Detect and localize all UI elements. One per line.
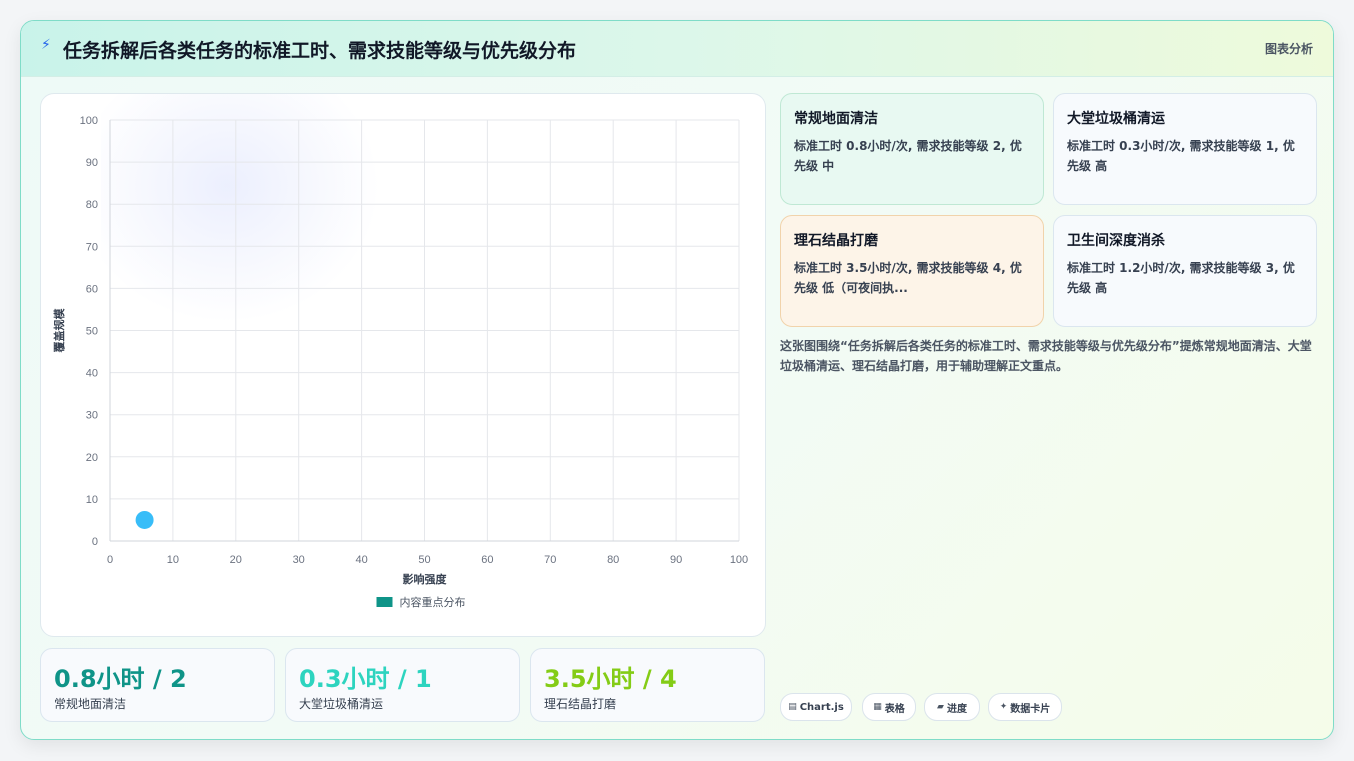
- progress-icon: ▰: [937, 702, 944, 712]
- info-card-floor-cleaning: 常规地面清洁 标准工时 0.8小时/次, 需求技能等级 2, 优先级 中: [780, 93, 1044, 205]
- page-title: 任务拆解后各类任务的标准工时、需求技能等级与优先级分布: [63, 40, 577, 62]
- stat-value: 0.8小时 / 2: [54, 665, 187, 693]
- info-card-restroom-disinfection: 卫生间深度消杀 标准工时 1.2小时/次, 需求技能等级 3, 优先级 高: [1053, 215, 1317, 327]
- chip-progress[interactable]: ▰ 进度: [924, 693, 980, 721]
- x-axis-label: 影响强度: [403, 572, 448, 586]
- y-tick-label: 100: [80, 115, 98, 127]
- x-tick-label: 30: [293, 554, 305, 566]
- legend-swatch: [376, 597, 393, 607]
- y-tick-label: 20: [86, 452, 98, 464]
- chip-label: 进度: [946, 703, 967, 715]
- x-tick-label: 100: [730, 554, 748, 566]
- y-tick-label: 0: [92, 536, 98, 548]
- main-card: ⚡ 任务拆解后各类任务的标准工时、需求技能等级与优先级分布 图表分析 0 10 20…: [20, 20, 1334, 740]
- stat-label: 理石结晶打磨: [544, 697, 617, 711]
- stat-card-marble-polishing: 3.5小时 / 4 理石结晶打磨: [530, 648, 765, 722]
- info-card-marble-polishing: 理石结晶打磨 标准工时 3.5小时/次, 需求技能等级 4, 优先级 低（可夜间…: [780, 215, 1044, 327]
- info-card-title: 卫生间深度消杀: [1067, 233, 1165, 249]
- x-tick-label: 20: [230, 554, 242, 566]
- y-tick-label: 50: [86, 326, 98, 338]
- info-card-description: 标准工时 1.2小时/次, 需求技能等级 3, 优先级 高: [1067, 261, 1295, 295]
- scatter-point: [135, 510, 154, 529]
- stat-card-trash-removal: 0.3小时 / 1 大堂垃圾桶清运: [285, 648, 520, 722]
- x-tick-label: 60: [481, 554, 493, 566]
- card-header: ⚡ 任务拆解后各类任务的标准工时、需求技能等级与优先级分布 图表分析: [21, 21, 1333, 77]
- stat-card-floor-cleaning: 0.8小时 / 2 常规地面清洁: [40, 648, 275, 722]
- chip-chartjs[interactable]: ▤ Chart.js: [780, 693, 852, 721]
- x-tick-label: 90: [670, 554, 682, 566]
- x-tick-label: 80: [607, 554, 619, 566]
- y-tick-label: 40: [86, 368, 98, 380]
- legend-label: 内容重点分布: [400, 595, 466, 609]
- info-card-trash-removal: 大堂垃圾桶清运 标准工时 0.3小时/次, 需求技能等级 1, 优先级 高: [1053, 93, 1317, 205]
- y-tick-label: 10: [86, 494, 98, 506]
- chip-table[interactable]: ▦ 表格: [862, 693, 916, 721]
- info-card-title: 大堂垃圾桶清运: [1067, 111, 1165, 127]
- stat-label: 大堂垃圾桶清运: [299, 697, 384, 711]
- chart-analysis-tag: 图表分析: [1264, 42, 1313, 56]
- x-tick-label: 0: [107, 554, 113, 566]
- lightning-icon: ⚡: [41, 37, 51, 53]
- y-axis-label: 覆盖规模: [52, 308, 66, 353]
- stat-label: 常规地面清洁: [54, 697, 127, 711]
- stat-value: 0.3小时 / 1: [299, 665, 432, 693]
- chip-label: Chart.js: [799, 701, 844, 713]
- y-tick-label: 30: [86, 410, 98, 422]
- info-card-description: 标准工时 0.8小时/次, 需求技能等级 2, 优先级 中: [794, 139, 1022, 173]
- x-tick-label: 40: [355, 554, 367, 566]
- y-tick-label: 90: [86, 157, 98, 169]
- stat-value: 3.5小时 / 4: [544, 665, 677, 693]
- sparkle-icon: ✦: [999, 702, 1008, 712]
- y-tick-label: 60: [86, 283, 98, 295]
- chart-panel: 0 10 20 30 40 50 60 70 80 90 100 0 10 20 30 40 50 60 70 80 9…: [40, 93, 766, 637]
- x-tick-label: 50: [418, 554, 430, 566]
- x-tick-label: 10: [167, 554, 179, 566]
- table-icon: ▦: [873, 702, 882, 712]
- info-card-description: 标准工时 0.3小时/次, 需求技能等级 1, 优先级 高: [1067, 139, 1295, 173]
- chip-data-cards[interactable]: ✦ 数据卡片: [988, 693, 1062, 721]
- chart-icon: ▤: [788, 702, 797, 712]
- info-card-description: 标准工时 3.5小时/次, 需求技能等级 4, 优先级 低（可夜间执...: [794, 261, 1022, 295]
- chip-label: 表格: [884, 703, 905, 715]
- chip-label: 数据卡片: [1010, 703, 1051, 715]
- info-card-title: 理石结晶打磨: [794, 233, 878, 249]
- info-card-title: 常规地面清洁: [794, 111, 878, 127]
- y-tick-label: 70: [86, 241, 98, 253]
- chart-summary: 这张图围绕“任务拆解后各类任务的标准工时、需求技能等级与优先级分布”提炼常规地面…: [780, 339, 1312, 373]
- y-tick-label: 80: [86, 199, 98, 211]
- scatter-chart: 0 10 20 30 40 50 60 70 80 90 100 0 10 20 30 40 50 60 70 80 9…: [52, 115, 748, 609]
- x-tick-label: 70: [544, 554, 556, 566]
